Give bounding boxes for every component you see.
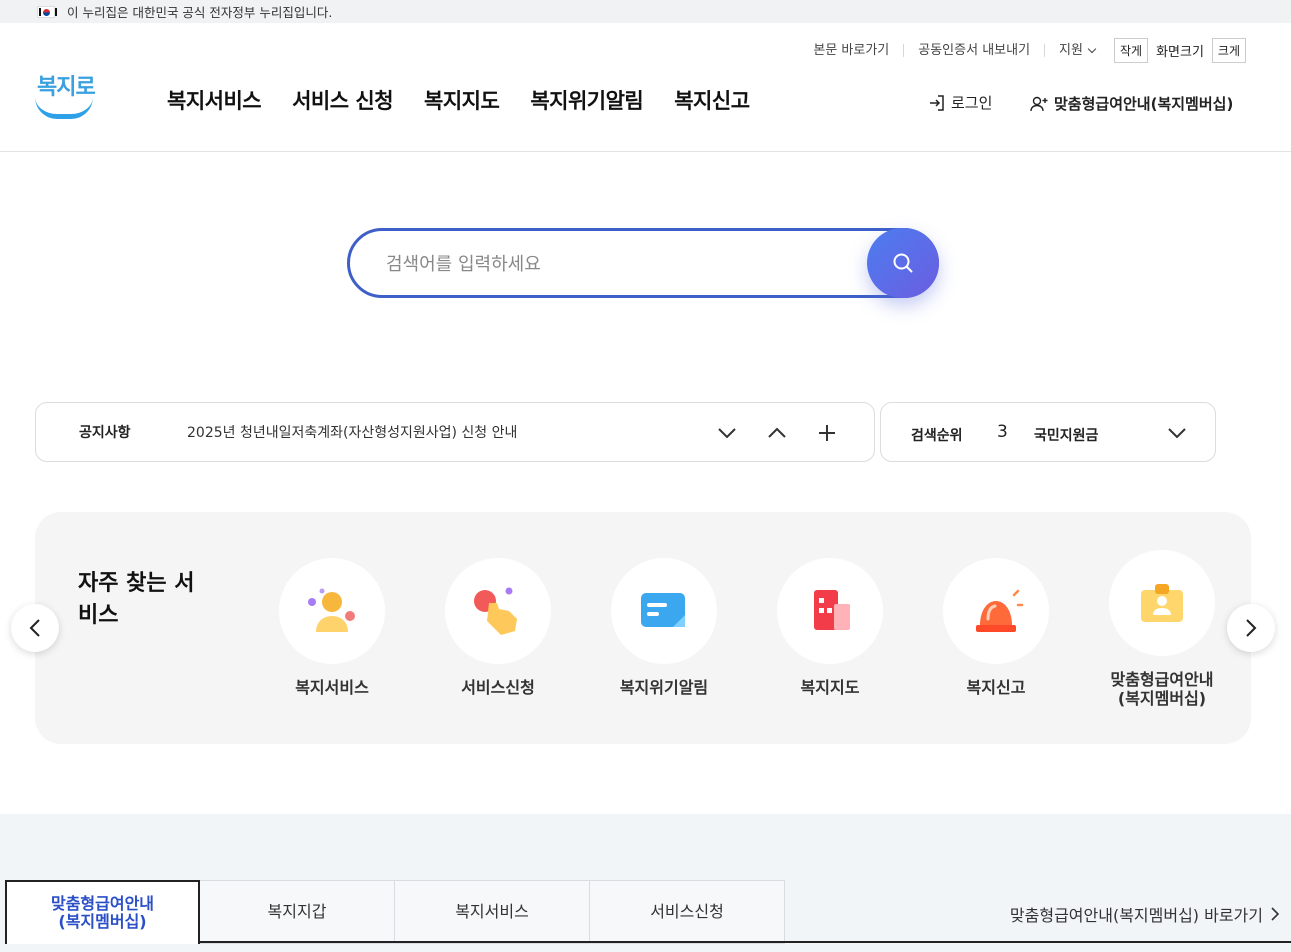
shortcut-label: 맞춤형급여안내(복지멤버십) 바로가기 — [1009, 906, 1263, 925]
user-add-icon — [1030, 96, 1048, 111]
tab-welfare-service[interactable]: 복지서비스 — [395, 880, 590, 944]
service-item-apply[interactable]: 서비스신청 — [423, 558, 573, 697]
tab-membership[interactable]: 맞춤형급여안내 (복지멤버십) — [5, 880, 200, 944]
chevron-up-icon — [768, 427, 786, 438]
logo-smile-icon — [35, 97, 93, 119]
bottom-section: 맞춤형급여안내 (복지멤버십) 복지지갑 복지서비스 서비스신청 맞춤형급여안내… — [0, 814, 1291, 952]
building-icon — [814, 590, 850, 630]
gov-banner: 이 누리집은 대한민국 공식 전자정부 누리집입니다. — [0, 0, 1291, 23]
service-icon-circle — [445, 558, 551, 664]
frequent-title: 자주 찾는 서비스 — [78, 571, 195, 628]
notice-label: 공지사항 — [79, 425, 131, 441]
service-item-membership[interactable]: 맞춤형급여안내 (복지멤버십) — [1087, 550, 1237, 708]
support-dropdown[interactable]: 지원 — [1045, 44, 1109, 57]
rank-expand-button[interactable] — [1165, 421, 1189, 445]
chevron-down-icon — [1087, 44, 1097, 53]
support-label: 지원 — [1059, 43, 1083, 58]
hand-tap-icon — [474, 587, 517, 635]
service-icon-circle — [943, 558, 1049, 664]
cert-export-link[interactable]: 공동인증서 내보내기 — [904, 44, 1046, 57]
service-label: 맞춤형급여안내 (복지멤버십) — [1110, 670, 1214, 708]
service-item-welfare[interactable]: 복지서비스 — [257, 558, 407, 697]
nav-crisis-alert[interactable]: 복지위기알림 — [530, 85, 643, 115]
tab-underline — [200, 941, 1291, 943]
membership-label: 맞춤형급여안내(복지멤버십) — [1054, 95, 1234, 113]
notice-bar: 공지사항 2025년 청년내일저축계좌(자산형성지원사업) 신청 안내 — [35, 402, 875, 462]
rank-label: 검색순위 — [911, 428, 963, 444]
chevron-down-icon — [718, 428, 736, 439]
service-label: 복지신고 — [966, 678, 1026, 697]
nav-welfare-map[interactable]: 복지지도 — [424, 85, 500, 115]
carousel-next-button[interactable] — [1227, 604, 1275, 652]
login-button[interactable]: 로그인 — [928, 92, 992, 113]
service-label: 복지서비스 — [295, 678, 369, 697]
utility-menu: 본문 바로가기 공동인증서 내보내기 지원 작게 화면크기 크게 — [799, 38, 1251, 63]
chevron-left-icon — [29, 619, 40, 637]
site-logo[interactable]: 복지로 — [35, 69, 97, 121]
login-label: 로그인 — [951, 94, 993, 112]
membership-link[interactable]: 맞춤형급여안내(복지멤버십) — [1030, 93, 1233, 114]
chevron-down-icon — [1168, 428, 1186, 439]
service-icon-circle — [611, 558, 717, 664]
person-icon — [308, 588, 355, 632]
nav-welfare-service[interactable]: 복지서비스 — [167, 85, 262, 115]
font-small-button[interactable]: 작게 — [1113, 38, 1149, 63]
font-large-button[interactable]: 크게 — [1211, 38, 1246, 63]
tab-service-apply[interactable]: 서비스신청 — [590, 880, 785, 944]
skip-to-content-link[interactable]: 본문 바로가기 — [799, 44, 905, 57]
tab-wallet[interactable]: 복지지갑 — [200, 880, 395, 944]
service-label: 복지지도 — [800, 678, 860, 697]
id-card-icon — [1141, 584, 1183, 622]
login-icon — [930, 94, 944, 111]
service-label: 복지위기알림 — [619, 678, 709, 697]
service-icon-circle — [279, 558, 385, 664]
rank-number: 3 — [997, 422, 1008, 442]
search-icon — [893, 253, 913, 273]
search-input[interactable] — [386, 249, 846, 279]
rank-keyword[interactable]: 국민지원금 — [1034, 425, 1098, 445]
font-size-label: 화면크기 — [1156, 45, 1204, 60]
site-header: 본문 바로가기 공동인증서 내보내기 지원 작게 화면크기 크게 복지로 복지서… — [0, 23, 1291, 152]
search-box — [347, 228, 939, 298]
service-item-crisis[interactable]: 복지위기알림 — [589, 558, 739, 697]
notice-prev-button[interactable] — [765, 421, 789, 445]
chevron-right-icon — [1246, 619, 1257, 637]
korea-flag-icon — [37, 5, 57, 18]
service-item-report[interactable]: 복지신고 — [921, 558, 1071, 697]
bottom-tabs: 맞춤형급여안내 (복지멤버십) 복지지갑 복지서비스 서비스신청 — [5, 880, 785, 944]
notice-next-button[interactable] — [715, 421, 739, 445]
chevron-right-icon — [1271, 907, 1280, 921]
service-label: 서비스신청 — [461, 678, 535, 697]
plus-icon — [819, 425, 835, 441]
nav-welfare-report[interactable]: 복지신고 — [674, 85, 750, 115]
frequent-services: 자주 찾는 서비스 복지서비스 서비스신청 복지위기알림 복지지도 복지신고 맞… — [35, 512, 1251, 744]
nav-service-apply[interactable]: 서비스 신청 — [292, 85, 393, 115]
gov-banner-text: 이 누리집은 대한민국 공식 전자정부 누리집입니다. — [67, 5, 333, 20]
service-icon-circle — [777, 558, 883, 664]
search-rank-bar: 검색순위 3 국민지원금 — [880, 402, 1216, 462]
main-nav: 복지서비스 서비스 신청 복지지도 복지위기알림 복지신고 — [167, 85, 781, 115]
notice-text[interactable]: 2025년 청년내일저축계좌(자산형성지원사업) 신청 안내 — [187, 422, 517, 442]
notice-more-button[interactable] — [815, 421, 839, 445]
search-button[interactable] — [867, 228, 939, 298]
service-icon-circle — [1109, 550, 1215, 656]
membership-shortcut-link[interactable]: 맞춤형급여안내(복지멤버십) 바로가기 — [1010, 902, 1281, 926]
carousel-prev-button[interactable] — [11, 604, 59, 652]
siren-icon — [976, 589, 1024, 632]
message-icon — [641, 593, 685, 627]
service-item-map[interactable]: 복지지도 — [755, 558, 905, 697]
